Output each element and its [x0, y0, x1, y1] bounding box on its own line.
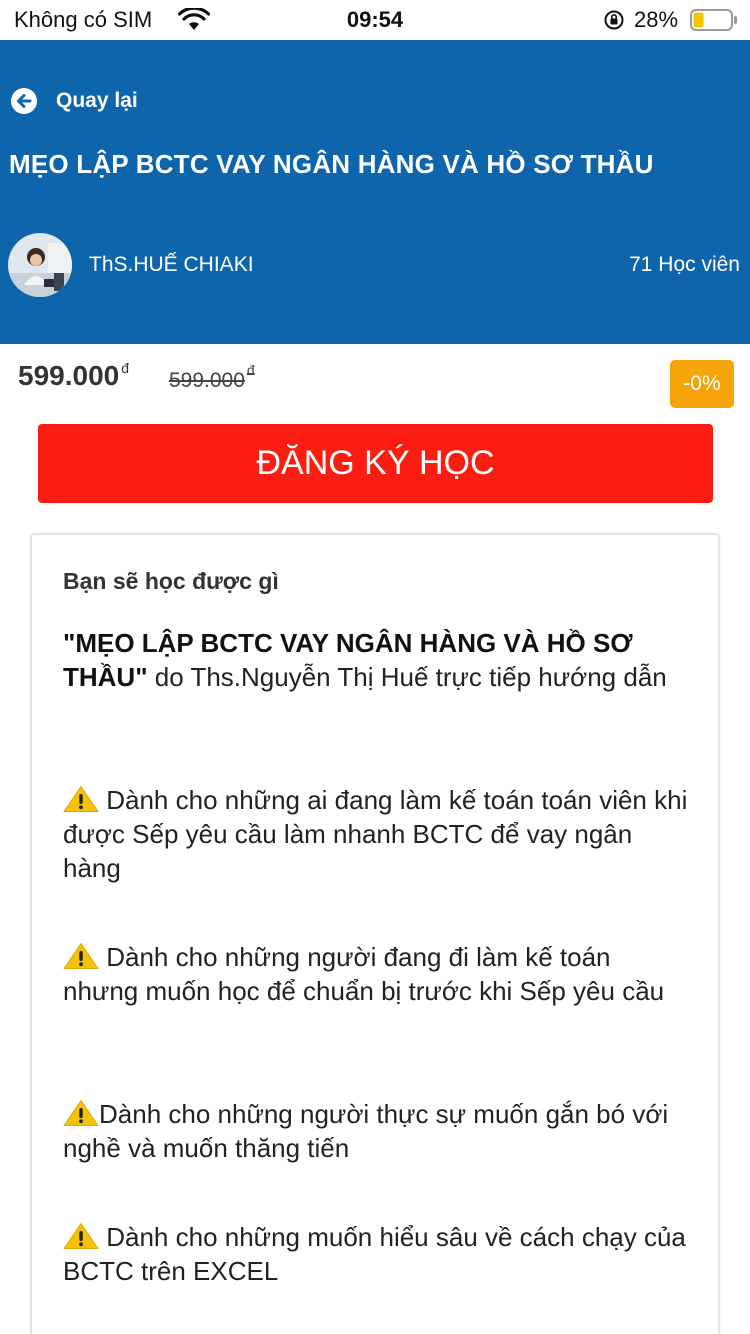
course-intro: "MẸO LẬP BCTC VAY NGÂN HÀNG VÀ HỒ SƠ THẦ…: [63, 626, 683, 694]
status-bar: Không có SIM 09:54 28%: [0, 0, 750, 40]
list-item-text: Dành cho những ai đang làm kế toán toán …: [63, 785, 688, 883]
avatar-image: [8, 233, 72, 297]
warning-icon: [63, 1100, 99, 1126]
back-button[interactable]: Quay lại: [10, 86, 138, 116]
currency-symbol: đ: [246, 362, 255, 378]
current-price: 599.000 đ: [18, 360, 129, 392]
orientation-lock-icon: [604, 10, 624, 30]
teacher-name[interactable]: ThS.HUẾ CHIAKI: [89, 253, 254, 277]
list-item-text: Dành cho những người thực sự muốn gắn bó…: [63, 1099, 669, 1163]
original-price: 599.000 đ: [169, 362, 255, 393]
section-heading: Bạn sẽ học được gì: [63, 568, 279, 594]
list-item: Dành cho những muốn hiểu sâu về cách chạ…: [63, 1220, 688, 1288]
learning-outcomes-card: Bạn sẽ học được gì "MẸO LẬP BCTC VAY NGÂ…: [30, 533, 720, 1334]
list-item-text: Dành cho những muốn hiểu sâu về cách chạ…: [63, 1222, 686, 1286]
course-header: Quay lại MẸO LẬP BCTC VAY NGÂN HÀNG VÀ H…: [0, 40, 750, 344]
back-arrow-icon: [11, 88, 37, 114]
list-item-text: Dành cho những người đang đi làm kế toán…: [63, 942, 665, 1006]
battery-percent: 28%: [634, 7, 679, 32]
current-price-value: 599.000: [18, 360, 120, 391]
list-item: Dành cho những người đang đi làm kế toán…: [63, 940, 688, 1008]
warning-icon: [63, 786, 99, 812]
teacher-avatar[interactable]: [8, 233, 72, 297]
currency-symbol: đ: [121, 360, 130, 376]
student-count: 71 Học viên: [629, 253, 740, 276]
discount-badge: -0%: [670, 360, 734, 408]
intro-text: do Ths.Nguyễn Thị Huế trực tiếp hướng dẫ…: [147, 662, 667, 692]
warning-icon: [63, 1223, 99, 1249]
list-item: Dành cho những người thực sự muốn gắn bó…: [63, 1097, 688, 1165]
back-label: Quay lại: [56, 89, 138, 112]
warning-icon: [63, 943, 99, 969]
list-item: Dành cho những ai đang làm kế toán toán …: [63, 783, 688, 885]
course-title: MẸO LẬP BCTC VAY NGÂN HÀNG VÀ HỒ SƠ THẦU: [9, 149, 654, 179]
original-price-value: 599.000: [169, 369, 245, 392]
battery-icon: [690, 9, 737, 31]
register-button[interactable]: ĐĂNG KÝ HỌC: [38, 424, 713, 503]
